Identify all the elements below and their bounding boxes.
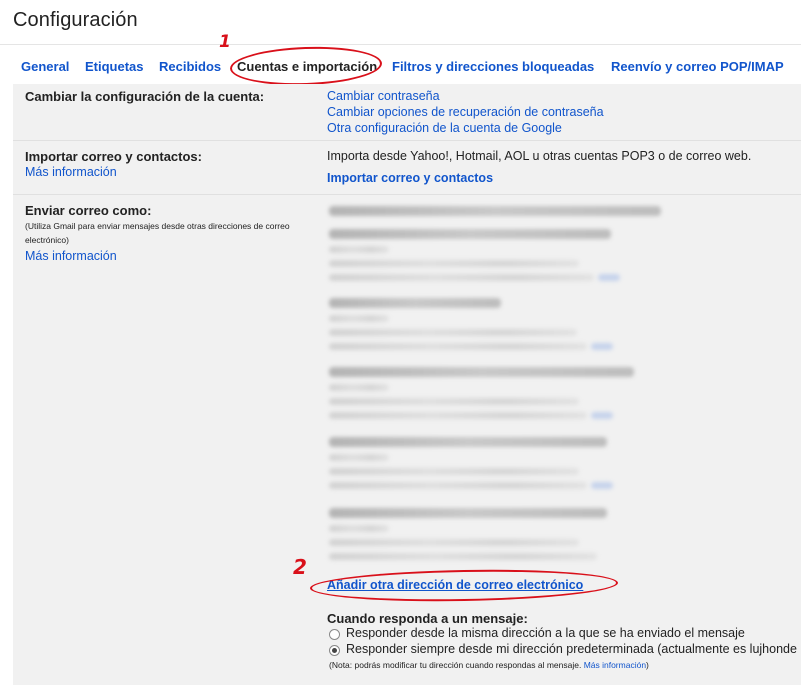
import-description: Importa desde Yahoo!, Hotmail, AOL u otr… bbox=[327, 149, 752, 163]
page-title: Configuración bbox=[13, 9, 138, 31]
blurred-link bbox=[591, 343, 613, 350]
import-mail-contacts-link[interactable]: Importar correo y contactos bbox=[327, 171, 493, 185]
tab-accounts-import[interactable]: Cuentas e importación bbox=[237, 59, 377, 74]
reply-default-address-label: Responder siempre desde mi dirección pre… bbox=[346, 642, 797, 656]
reply-same-address-radio[interactable] bbox=[329, 629, 340, 640]
blurred-detail-line bbox=[329, 482, 587, 489]
blurred-address-line bbox=[329, 508, 607, 518]
blurred-detail-line bbox=[329, 468, 579, 475]
send-as-note: (Utiliza Gmail para enviar mensajes desd… bbox=[25, 221, 290, 245]
blurred-address-line bbox=[329, 229, 611, 239]
blurred-address-line bbox=[329, 206, 661, 216]
recovery-options-link[interactable]: Cambiar opciones de recuperación de cont… bbox=[327, 105, 604, 119]
tab-general[interactable]: General bbox=[21, 59, 69, 74]
blurred-detail-line bbox=[329, 260, 579, 267]
send-as-row: Enviar correo como: (Utiliza Gmail para … bbox=[13, 195, 801, 683]
blurred-link bbox=[591, 412, 613, 419]
tab-labels[interactable]: Etiquetas bbox=[85, 59, 144, 74]
blurred-detail-line bbox=[329, 343, 587, 350]
reply-note: (Nota: podrás modificar tu dirección cua… bbox=[329, 660, 649, 670]
annotation-step-1: 1 bbox=[219, 32, 231, 52]
account-settings-row: Cambiar la configuración de la cuenta: C… bbox=[13, 84, 801, 141]
blurred-detail-line bbox=[329, 553, 597, 560]
blurred-detail-line bbox=[329, 329, 577, 336]
blurred-detail-line bbox=[329, 315, 389, 322]
tab-filters[interactable]: Filtros y direcciones bloqueadas bbox=[392, 59, 594, 74]
account-settings-label: Cambiar la configuración de la cuenta: bbox=[25, 89, 265, 104]
google-account-settings-link[interactable]: Otra configuración de la cuenta de Googl… bbox=[327, 121, 562, 135]
import-row: Importar correo y contactos: Más informa… bbox=[13, 141, 801, 195]
blurred-detail-line bbox=[329, 246, 389, 253]
reply-note-text: (Nota: podrás modificar tu dirección cua… bbox=[329, 660, 582, 670]
reply-same-address-label: Responder desde la misma dirección a la … bbox=[346, 626, 745, 640]
reply-note-end: ) bbox=[646, 660, 649, 670]
blurred-detail-line bbox=[329, 412, 587, 419]
blurred-detail-line bbox=[329, 274, 594, 281]
settings-tabs: General Etiquetas Recibidos Cuentas e im… bbox=[0, 44, 801, 85]
import-more-info-link[interactable]: Más información bbox=[25, 165, 117, 179]
blurred-detail-line bbox=[329, 525, 389, 532]
change-password-link[interactable]: Cambiar contraseña bbox=[327, 89, 440, 103]
send-as-more-info-link[interactable]: Más información bbox=[25, 249, 117, 263]
reply-default-address-radio[interactable] bbox=[329, 645, 340, 656]
blurred-detail-line bbox=[329, 539, 579, 546]
import-label: Importar correo y contactos: bbox=[25, 149, 202, 164]
reply-heading: Cuando responda a un mensaje: bbox=[327, 611, 528, 626]
blurred-address-line bbox=[329, 367, 634, 377]
blurred-detail-line bbox=[329, 384, 389, 391]
tab-forwarding-pop-imap[interactable]: Reenvío y correo POP/IMAP bbox=[611, 59, 784, 74]
settings-content: Cambiar la configuración de la cuenta: C… bbox=[13, 84, 801, 685]
blurred-detail-line bbox=[329, 454, 389, 461]
reply-note-more-info-link[interactable]: Más información bbox=[584, 660, 646, 670]
annotation-step-2: 2 bbox=[293, 555, 307, 579]
tab-inbox[interactable]: Recibidos bbox=[159, 59, 221, 74]
send-as-label: Enviar correo como: bbox=[25, 203, 152, 218]
blurred-link bbox=[598, 274, 620, 281]
blurred-address-line bbox=[329, 437, 607, 447]
blurred-link bbox=[591, 482, 613, 489]
add-email-address-link[interactable]: Añadir otra dirección de correo electrón… bbox=[327, 578, 583, 592]
blurred-address-line bbox=[329, 298, 501, 308]
blurred-detail-line bbox=[329, 398, 579, 405]
